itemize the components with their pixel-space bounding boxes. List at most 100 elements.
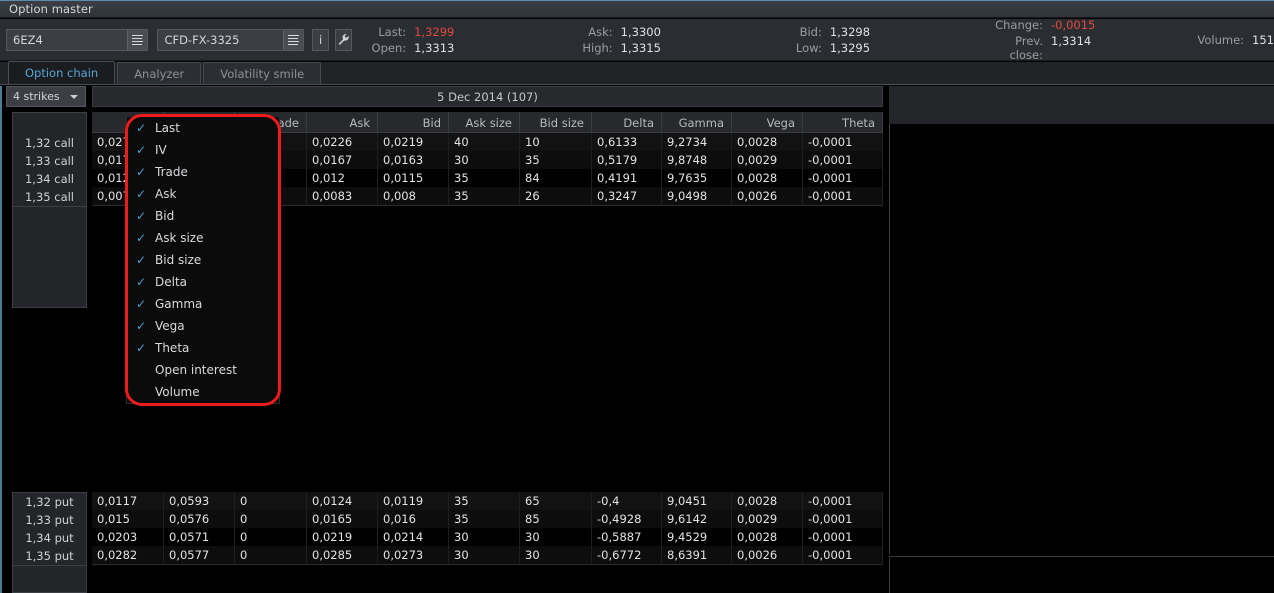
row-group-separator [92, 564, 883, 565]
tab-option-chain[interactable]: Option chain [8, 61, 116, 84]
cell-bid: 0,0163 [378, 151, 449, 169]
cell-last: 0,0117 [92, 492, 164, 510]
column-header-bid-size[interactable]: Bid size [520, 112, 592, 133]
symbol-value: 6EZ4 [13, 32, 43, 47]
cell-gamma: 9,7635 [662, 169, 732, 187]
checkmark-icon: ✓ [135, 341, 147, 355]
cell-bid: 0,0119 [378, 492, 449, 510]
column-header-gamma[interactable]: Gamma [662, 112, 732, 133]
menu-item-volume[interactable]: Volume [127, 381, 279, 403]
menu-item-gamma[interactable]: ✓ Gamma [127, 293, 279, 315]
cell-bid-size: 30 [520, 528, 592, 546]
cell-delta: 0,4191 [592, 169, 662, 187]
menu-item-bid-size[interactable]: ✓ Bid size [127, 249, 279, 271]
quote-value-open: 1,3313 [414, 40, 455, 55]
call-strike-column-header [13, 113, 86, 134]
menu-item-theta[interactable]: ✓ Theta [127, 337, 279, 359]
info-button[interactable]: i [312, 28, 329, 51]
contract-dropdown-icon[interactable] [283, 29, 304, 50]
symbol-dropdown-icon[interactable] [127, 29, 148, 50]
cell-ask: 0,0285 [307, 546, 378, 564]
menu-item-ask[interactable]: ✓ Ask [127, 183, 279, 205]
put-strike-label[interactable]: 1,35 put [13, 547, 86, 565]
column-header-ask[interactable]: Ask [307, 112, 378, 133]
table-row[interactable]: 0,0282 0,0577 0 0,0285 0,0273 30 30 -0,6772 8,63… [92, 546, 883, 564]
menu-item-delta[interactable]: ✓ Delta [127, 271, 279, 293]
column-header-theta[interactable]: Theta [803, 112, 883, 133]
quote-value-last: 1,3299 [414, 24, 455, 39]
wrench-icon [338, 33, 349, 45]
column-header-vega[interactable]: Vega [732, 112, 803, 133]
cell-ask-size: 35 [449, 187, 520, 205]
strikes-selector-value: 4 strikes [13, 90, 60, 103]
symbol-combo[interactable]: 6EZ4 [6, 28, 149, 51]
put-strike-label[interactable]: 1,34 put [13, 529, 86, 547]
quote-label-prev-close: Prev. close: [1009, 33, 1043, 62]
cell-theta: -0,0001 [803, 187, 883, 205]
cell-delta: -0,4 [592, 492, 662, 510]
secondary-panel [884, 86, 1274, 593]
checkmark-icon: ✓ [135, 187, 147, 201]
column-header-ask-size[interactable]: Ask size [449, 112, 520, 133]
contract-value: CFD-FX-3325 [164, 32, 240, 47]
cell-bid-size: 30 [520, 546, 592, 564]
settings-button[interactable] [334, 28, 352, 51]
cell-theta: -0,0001 [803, 169, 883, 187]
info-label: i [318, 32, 323, 47]
window-titlebar: Option master [0, 0, 1274, 18]
menu-item-trade[interactable]: ✓ Trade [127, 161, 279, 183]
cell-delta: 0,3247 [592, 187, 662, 205]
call-strike-label[interactable]: 1,32 call [13, 134, 86, 152]
menu-item-ask-size[interactable]: ✓ Ask size [127, 227, 279, 249]
table-row[interactable]: 0,0117 0,0593 0 0,0124 0,0119 35 65 -0,4 9,0451 0… [92, 492, 883, 510]
cell-vega: 0,0028 [732, 169, 803, 187]
menu-item-bid[interactable]: ✓ Bid [127, 205, 279, 227]
cell-bid-size: 84 [520, 169, 592, 187]
contract-combo[interactable]: CFD-FX-3325 [157, 28, 305, 51]
cell-iv: 0,0571 [164, 528, 235, 546]
tab-analyzer[interactable]: Analyzer [117, 62, 202, 84]
quote-group-bid-low: Bid: 1,3298 Low: 1,3295 [796, 25, 870, 55]
cell-vega: 0,0026 [732, 546, 803, 564]
put-strike-label[interactable]: 1,33 put [13, 511, 86, 529]
cell-theta: -0,0001 [803, 151, 883, 169]
secondary-panel-footer [889, 556, 1274, 593]
cell-trade: 0 [235, 528, 307, 546]
quote-label-bid: Bid: [799, 24, 822, 39]
strikes-selector[interactable]: 4 strikes [6, 86, 86, 107]
toolbar: 6EZ4 CFD-FX-3325 i Last: 1,3299 Open: 1,… [0, 17, 1274, 62]
cell-last: 0,0203 [92, 528, 164, 546]
table-row[interactable]: 0,015 0,0576 0 0,0165 0,016 35 85 -0,4928 9,6142… [92, 510, 883, 528]
menu-item-last[interactable]: ✓ Last [127, 117, 279, 139]
menu-item-label: Ask [155, 187, 177, 201]
quote-group-ask-high: Ask: 1,3300 High: 1,3315 [582, 25, 661, 55]
cell-bid: 0,0273 [378, 546, 449, 564]
cell-delta: 0,6133 [592, 133, 662, 151]
menu-item-label: Gamma [155, 297, 203, 311]
quote-group-volume: Volume: 151 [1197, 33, 1274, 47]
menu-item-iv[interactable]: ✓ IV [127, 139, 279, 161]
menu-item-open-interest[interactable]: Open interest [127, 359, 279, 381]
call-strike-label[interactable]: 1,35 call [13, 188, 86, 206]
cell-delta: -0,5887 [592, 528, 662, 546]
call-strike-label[interactable]: 1,34 call [13, 170, 86, 188]
quote-label-change: Change: [995, 17, 1043, 32]
cell-theta: -0,0001 [803, 133, 883, 151]
cell-bid: 0,0115 [378, 169, 449, 187]
cell-vega: 0,0028 [732, 133, 803, 151]
tab-volatility-smile[interactable]: Volatility smile [203, 62, 322, 84]
column-header-delta[interactable]: Delta [592, 112, 662, 133]
menu-item-vega[interactable]: ✓ Vega [127, 315, 279, 337]
column-header-bid[interactable]: Bid [378, 112, 449, 133]
checkmark-icon: ✓ [135, 275, 147, 289]
quote-value-low: 1,3295 [829, 40, 871, 55]
put-strike-label[interactable]: 1,32 put [13, 493, 86, 511]
call-strike-label[interactable]: 1,33 call [13, 152, 86, 170]
menu-item-label: Open interest [155, 363, 237, 377]
quote-label-ask: Ask: [588, 24, 613, 39]
cell-ask-size: 30 [449, 546, 520, 564]
table-row[interactable]: 0,0203 0,0571 0 0,0219 0,0214 30 30 -0,5887 9,45… [92, 528, 883, 546]
cell-trade: 0 [235, 546, 307, 564]
column-chooser-context-menu[interactable]: ✓ Last ✓ IV ✓ Trade ✓ Ask ✓ Bid ✓ Ask size ✓ Bid size… [126, 116, 280, 404]
menu-item-label: Theta [155, 341, 190, 355]
